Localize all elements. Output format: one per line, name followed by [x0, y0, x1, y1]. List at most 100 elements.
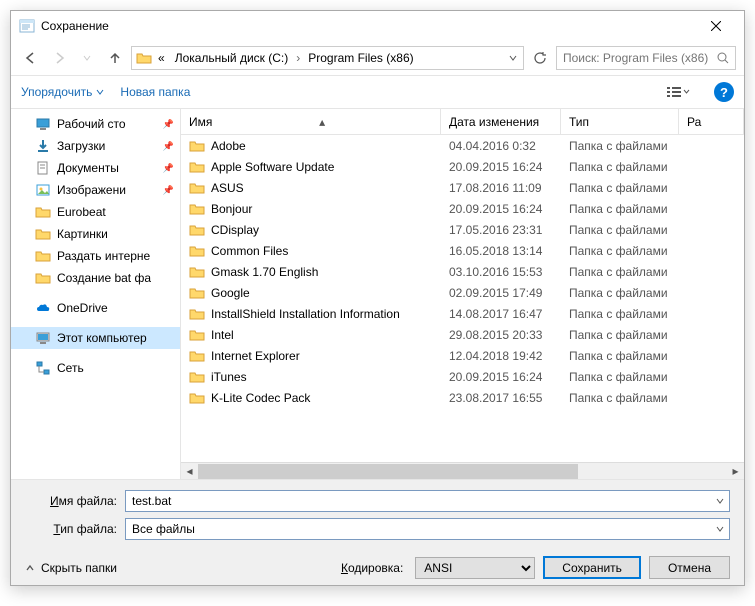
file-row[interactable]: ASUS17.08.2016 11:09Папка с файлами [181, 177, 744, 198]
sidebar-item-рабочий-сто[interactable]: Рабочий сто📌 [11, 113, 180, 135]
titlebar: Сохранение [11, 11, 744, 41]
folder-icon [35, 204, 51, 220]
scroll-left-button[interactable]: ◂ [181, 464, 198, 479]
file-row[interactable]: iTunes20.09.2015 16:24Папка с файлами [181, 366, 744, 387]
new-folder-button[interactable]: Новая папка [120, 85, 190, 99]
file-date: 20.09.2015 16:24 [441, 160, 561, 174]
breadcrumb-seg-1[interactable]: Локальный диск (C:) [171, 51, 293, 65]
filename-input[interactable] [125, 490, 730, 512]
scroll-right-button[interactable]: ▸ [727, 464, 744, 479]
search-input[interactable] [563, 51, 713, 65]
file-date: 29.08.2015 20:33 [441, 328, 561, 342]
onedrive-icon [35, 300, 51, 316]
file-row[interactable]: Apple Software Update20.09.2015 16:24Пап… [181, 156, 744, 177]
recent-dropdown[interactable] [75, 46, 99, 70]
folder-icon [189, 243, 205, 259]
breadcrumb-seg-2[interactable]: Program Files (x86) [304, 51, 417, 65]
file-date: 04.04.2016 0:32 [441, 139, 561, 153]
file-type: Папка с файлами [561, 307, 679, 321]
sidebar-item-документы[interactable]: Документы📌 [11, 157, 180, 179]
back-button[interactable] [19, 46, 43, 70]
sidebar-item-onedrive[interactable]: OneDrive [11, 297, 180, 319]
save-dialog: Сохранение « Локальный диск (C:) › Progr… [10, 10, 745, 586]
folder-icon [189, 180, 205, 196]
sidebar-item-label: Сеть [57, 361, 84, 375]
cancel-button[interactable]: Отмена [649, 556, 730, 579]
column-headers: Имя▴ Дата изменения Тип Ра [181, 109, 744, 135]
refresh-button[interactable] [528, 46, 552, 70]
folder-icon [189, 201, 205, 217]
file-name: Adobe [211, 139, 246, 153]
col-name[interactable]: Имя▴ [181, 109, 441, 134]
file-row[interactable]: InstallShield Installation Information14… [181, 303, 744, 324]
file-date: 03.10.2016 15:53 [441, 265, 561, 279]
file-row[interactable]: K-Lite Codec Pack23.08.2017 16:55Папка с… [181, 387, 744, 408]
col-date[interactable]: Дата изменения [441, 109, 561, 134]
bottom-panel: Имя файла: Тип файла: Скрыть папки Кодир… [11, 479, 744, 585]
file-type: Папка с файлами [561, 223, 679, 237]
arrow-up-icon [108, 51, 122, 65]
sidebar-item-картинки[interactable]: Картинки [11, 223, 180, 245]
sidebar-item-создание-bat-фа[interactable]: Создание bat фа [11, 267, 180, 289]
chevron-down-icon [96, 89, 104, 95]
file-name: InstallShield Installation Information [211, 307, 400, 321]
sidebar-item-загрузки[interactable]: Загрузки📌 [11, 135, 180, 157]
chevron-right-icon: › [294, 51, 302, 65]
hide-folders-toggle[interactable]: Скрыть папки [25, 561, 117, 575]
sidebar-item-label: Документы [57, 161, 119, 175]
file-list[interactable]: Adobe 04.04.2016 0:32 Папка с файлами Apple… [181, 135, 744, 462]
organize-menu[interactable]: Упорядочить [21, 85, 104, 99]
close-icon [711, 21, 721, 31]
folder-icon [189, 306, 205, 322]
sidebar-item-раздать-интерне[interactable]: Раздать интерне [11, 245, 180, 267]
file-row[interactable]: Bonjour20.09.2015 16:24Папка с файлами [181, 198, 744, 219]
file-row[interactable]: CDisplay17.05.2016 23:31Папка с файлами [181, 219, 744, 240]
pin-icon: 📌 [163, 185, 174, 196]
view-options-button[interactable] [658, 81, 698, 103]
file-name: CDisplay [211, 223, 259, 237]
file-type: Папка с файлами [561, 391, 679, 405]
encoding-select[interactable]: ANSI [415, 557, 535, 579]
toolbar: Упорядочить Новая папка ? [11, 75, 744, 109]
file-row[interactable]: Gmask 1.70 English03.10.2016 15:53Папка … [181, 261, 744, 282]
file-name: Internet Explorer [211, 349, 300, 363]
sidebar-item-thispc[interactable]: Этот компьютер [11, 327, 180, 349]
sidebar-item-network[interactable]: Сеть [11, 357, 180, 379]
close-button[interactable] [696, 12, 736, 40]
sidebar-item-label: OneDrive [57, 301, 108, 315]
sidebar-item-label: Рабочий сто [57, 117, 126, 131]
file-name: Apple Software Update [211, 160, 334, 174]
filetype-dropdown[interactable] [711, 520, 728, 538]
file-name: Intel [211, 328, 234, 342]
downloads-icon [35, 138, 51, 154]
forward-button[interactable] [47, 46, 71, 70]
file-type: Папка с файлами [561, 181, 679, 195]
folder-icon [189, 390, 205, 406]
breadcrumb-dropdown[interactable] [507, 54, 519, 62]
pin-icon: 📌 [163, 141, 174, 152]
file-area: Имя▴ Дата изменения Тип Ра Adobe 04.04.20… [181, 109, 744, 479]
save-button[interactable]: Сохранить [543, 556, 641, 579]
up-button[interactable] [103, 46, 127, 70]
filename-dropdown[interactable] [711, 492, 728, 510]
horizontal-scrollbar[interactable]: ◂ ▸ [181, 462, 744, 479]
sidebar-item-eurobeat[interactable]: Eurobeat [11, 201, 180, 223]
sidebar-item-изображени[interactable]: Изображени 📌 [11, 179, 180, 201]
scroll-thumb[interactable] [198, 464, 578, 479]
file-row[interactable]: Google02.09.2015 17:49Папка с файлами [181, 282, 744, 303]
search-box[interactable] [556, 46, 736, 70]
file-row[interactable]: Common Files16.05.2018 13:14Папка с файл… [181, 240, 744, 261]
col-type[interactable]: Тип [561, 109, 679, 134]
sidebar-item-label: Раздать интерне [57, 249, 150, 263]
file-row[interactable]: Internet Explorer12.04.2018 19:42Папка с… [181, 345, 744, 366]
breadcrumb[interactable]: « Локальный диск (C:) › Program Files (x… [131, 46, 524, 70]
sidebar-item-label: Изображени [57, 183, 126, 197]
help-button[interactable]: ? [714, 82, 734, 102]
file-row[interactable]: Adobe04.04.2016 0:32Папка с файлами [181, 135, 744, 156]
folder-icon [189, 222, 205, 238]
filetype-select[interactable] [125, 518, 730, 540]
file-row[interactable]: Intel29.08.2015 20:33Папка с файлами [181, 324, 744, 345]
encoding-label: Кодировка: [341, 561, 407, 575]
col-size[interactable]: Ра [679, 109, 744, 134]
breadcrumb-root[interactable]: « [154, 51, 169, 65]
